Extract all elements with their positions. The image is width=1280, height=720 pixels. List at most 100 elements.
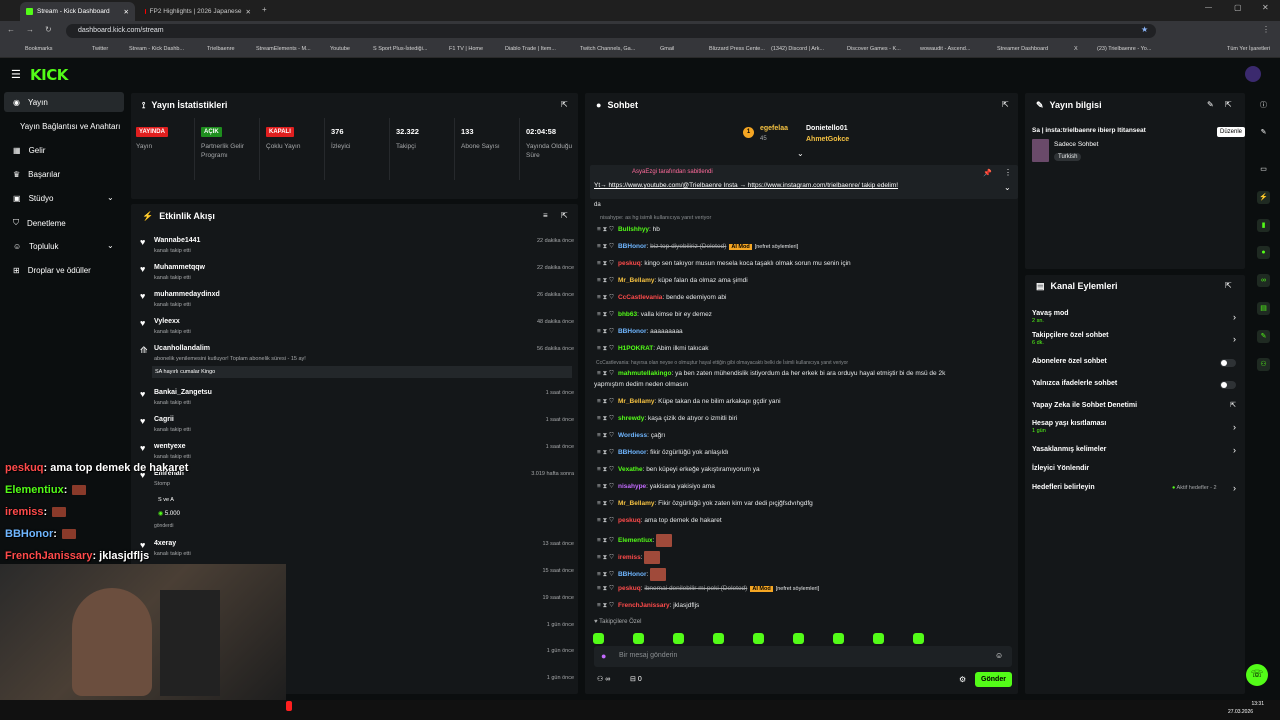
toggle-switch[interactable] xyxy=(1220,359,1236,367)
send-button[interactable]: Gönder xyxy=(975,672,1012,687)
mod-icons[interactable]: ≡ ⧗ ♡ xyxy=(597,500,614,507)
minimize-icon[interactable]: — xyxy=(1205,4,1212,11)
sidebar-item-stream-key[interactable]: Yayın Bağlantısı ve Anahtarı xyxy=(20,122,120,131)
bookmark-item[interactable]: X xyxy=(1074,46,1078,52)
bookmark-item[interactable]: StreamElements - M... xyxy=(256,46,311,52)
chat-username[interactable]: Mr_Bellamy xyxy=(618,398,655,405)
bookmark-item[interactable]: Discover Games - K... xyxy=(847,46,901,52)
mod-icons[interactable]: ≡ ⧗ ♡ xyxy=(597,345,614,352)
info-icon[interactable]: ⓘ xyxy=(1257,99,1270,112)
tab-fp2-highlights[interactable]: FP2 Highlights | 2026 Japanese ✕ xyxy=(139,2,257,21)
bookmark-item[interactable]: Blizzard Press Cente... xyxy=(709,46,765,52)
browser-menu-icon[interactable]: ⋮ xyxy=(1262,25,1270,34)
bookmark-item[interactable]: Trielbaenre xyxy=(207,46,235,52)
mod-icons[interactable]: ≡ ⧗ ♡ xyxy=(597,370,614,377)
channel-action-6[interactable]: Yasaklanmış kelimeler xyxy=(1032,446,1106,453)
avatar[interactable] xyxy=(1245,66,1261,82)
popout-icon[interactable]: ⇱ xyxy=(1002,100,1009,109)
mod-icons[interactable]: ≡ ⧗ ♡ xyxy=(597,415,614,422)
bookmark-item[interactable]: (23) Trielbaenre - Yo... xyxy=(1097,46,1151,52)
bookmark-item[interactable]: Diablo Trade | Item... xyxy=(505,46,556,52)
hamburger-menu-icon[interactable]: ☰ xyxy=(11,68,21,81)
bookmark-item[interactable]: Tüm Yer İşaretleri xyxy=(1227,46,1270,52)
mod-icons[interactable]: ≡ ⧗ ♡ xyxy=(597,585,614,592)
popout-icon[interactable]: ⇱ xyxy=(1225,281,1232,290)
mod-icons[interactable]: ≡ ⧗ ♡ xyxy=(597,517,614,524)
channel-action-5[interactable]: Hesap yaşı kısıtlaması 1 gün xyxy=(1032,420,1106,434)
wrench-icon[interactable]: ✎ xyxy=(1257,330,1270,343)
mod-icons[interactable]: ≡ ⧗ ♡ xyxy=(597,328,614,335)
sidebar-item-droplar[interactable]: ⊞ Droplar ve ödüller xyxy=(13,266,91,275)
mod-icons[interactable]: ≡ ⧗ ♡ xyxy=(597,226,614,233)
mod-icons[interactable]: ≡ ⧗ ♡ xyxy=(597,277,614,284)
event-name[interactable]: Ucanhollandalim xyxy=(154,345,210,352)
bookmark-item[interactable]: Twitter xyxy=(92,46,108,52)
chat-username[interactable]: iremiss xyxy=(618,554,641,561)
chat-username[interactable]: Mr_Bellamy xyxy=(618,277,655,284)
close-tab-icon[interactable]: ✕ xyxy=(124,8,129,16)
more-icon[interactable]: ⋮ xyxy=(1004,168,1012,177)
card-icon[interactable]: ▮ xyxy=(1257,219,1270,232)
chevron-right-icon[interactable]: › xyxy=(1233,483,1236,493)
chat-username[interactable]: BBHonor xyxy=(618,328,647,335)
event-name[interactable]: muhammedaydinxd xyxy=(154,291,220,298)
mod-icons[interactable]: ≡ ⧗ ♡ xyxy=(597,483,614,490)
bolt-icon[interactable]: ⚡ xyxy=(1257,191,1270,204)
back-icon[interactable]: ← xyxy=(7,25,15,34)
top-gifter-3[interactable]: AhmetGokce xyxy=(806,136,849,143)
chat-username[interactable]: FrenchJanissary xyxy=(618,602,670,609)
close-window-icon[interactable]: ✕ xyxy=(1262,3,1269,12)
mod-icons[interactable]: ≡ ⧗ ♡ xyxy=(597,554,614,561)
bookmark-item[interactable]: Twitch Channels, Ga... xyxy=(580,46,635,52)
filter-icon[interactable]: ≡ xyxy=(543,211,548,220)
chat-username[interactable]: Elementiux xyxy=(618,537,653,544)
mod-icons[interactable]: ≡ ⧗ ♡ xyxy=(597,398,614,405)
sidebar-item-topluluk[interactable]: ☺ Topluluk xyxy=(13,242,59,251)
chat-username[interactable]: Wordiess xyxy=(618,432,647,439)
channel-action-8[interactable]: Hedefleri belirleyin xyxy=(1032,484,1095,491)
emote-row[interactable] xyxy=(593,633,924,644)
chevron-right-icon[interactable]: › xyxy=(1233,422,1236,432)
channel-action-0[interactable]: Yavaş mod 2 sn. xyxy=(1032,310,1069,324)
chat-username[interactable]: Mr_Bellamy xyxy=(618,500,655,507)
link-icon[interactable]: ∞ xyxy=(1257,274,1270,287)
help-chat-icon[interactable]: ☏ xyxy=(1246,664,1268,686)
chat-username[interactable]: CcCastlevania xyxy=(618,294,662,301)
mic-icon[interactable]: ● xyxy=(601,651,606,661)
bookmark-item[interactable]: F1 TV | Home xyxy=(449,46,483,52)
chevron-right-icon[interactable]: › xyxy=(1233,312,1236,322)
bookmark-item[interactable]: (1342) Discord | Ark... xyxy=(771,46,824,52)
channel-action-2[interactable]: Abonelere özel sohbet xyxy=(1032,358,1107,365)
chat-username[interactable]: BBHonor xyxy=(618,571,647,578)
chat-username[interactable]: shrewdy xyxy=(618,415,644,422)
mod-icons[interactable]: ≡ ⧗ ♡ xyxy=(597,260,614,267)
chat-username[interactable]: peskuq xyxy=(618,260,641,267)
mod-icons[interactable]: ≡ ⧗ ♡ xyxy=(597,449,614,456)
mod-icons[interactable]: ≡ ⧗ ♡ xyxy=(597,537,614,544)
toggle-switch[interactable] xyxy=(1220,381,1236,389)
chevron-down-icon[interactable]: ⌄ xyxy=(107,193,114,202)
bookmark-item[interactable]: Bookmarks xyxy=(25,46,53,52)
event-name[interactable]: wentyexe xyxy=(154,443,186,450)
chevron-right-icon[interactable]: › xyxy=(1233,445,1236,455)
chat-username[interactable]: BBHonor xyxy=(618,449,647,456)
viewers-icon[interactable]: ⚇ ∞ xyxy=(597,675,610,683)
sidebar-item-denetleme[interactable]: ⛉ Denetleme xyxy=(13,218,66,228)
users-icon[interactable]: ⚇ xyxy=(1257,358,1270,371)
external-link-icon[interactable]: ⇱ xyxy=(1230,401,1236,409)
chat-username[interactable]: nisahype xyxy=(618,483,646,490)
mod-icons[interactable]: ≡ ⧗ ♡ xyxy=(597,294,614,301)
chat-username[interactable]: bhb63 xyxy=(618,311,637,318)
top-gifter-1[interactable]: egefelaa xyxy=(760,125,788,132)
mod-icons[interactable]: ≡ ⧗ ♡ xyxy=(597,311,614,318)
sidebar-item-gelir[interactable]: ▦ Gelir xyxy=(13,146,45,155)
chat-username[interactable]: peskuq xyxy=(618,585,641,592)
mod-icons[interactable]: ≡ ⧗ ♡ xyxy=(597,602,614,609)
channel-action-1[interactable]: Takipçilere özel sohbet 6 dk. xyxy=(1032,332,1109,346)
tab-kick-dashboard[interactable]: Stream - Kick Dashboard ✕ xyxy=(20,2,135,21)
event-name[interactable]: Muhammetqqw xyxy=(154,264,205,271)
expand-gifters-icon[interactable]: ⌄ xyxy=(797,149,804,158)
chevron-right-icon[interactable]: › xyxy=(1233,334,1236,344)
category-name[interactable]: Sadece Sohbet xyxy=(1054,141,1098,148)
event-name[interactable]: 4xeray xyxy=(154,540,176,547)
